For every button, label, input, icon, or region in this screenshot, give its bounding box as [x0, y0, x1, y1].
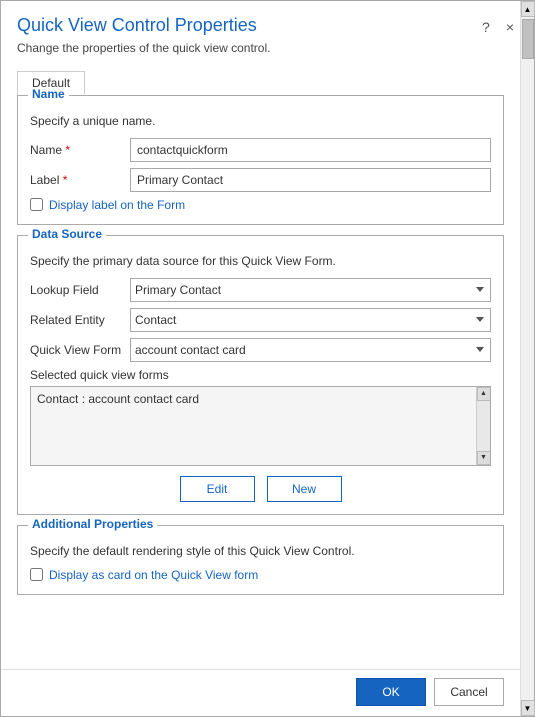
data-source-desc: Specify the primary data source for this…	[30, 254, 491, 268]
quick-view-form-label: Quick View Form	[30, 343, 130, 357]
tab-bar: Default	[17, 71, 504, 95]
display-label-text: Display label on the Form	[49, 198, 185, 212]
name-section-legend: Name	[28, 87, 69, 101]
content-area: Default Name Specify a unique name. Name…	[1, 61, 520, 669]
listbox-scrollbar[interactable]: ▲ ▼	[476, 387, 490, 465]
lookup-field-label: Lookup Field	[30, 283, 130, 297]
additional-section-desc: Specify the default rendering style of t…	[30, 544, 491, 558]
help-button[interactable]: ?	[478, 17, 494, 37]
ok-button[interactable]: OK	[356, 678, 426, 706]
cancel-button[interactable]: Cancel	[434, 678, 504, 706]
name-row: Name *	[30, 138, 491, 162]
name-label: Name *	[30, 143, 130, 157]
related-entity-row: Related Entity Contact	[30, 308, 491, 332]
selected-forms-listbox[interactable]: Contact : account contact card ▲ ▼	[30, 386, 491, 466]
quick-view-form-select[interactable]: account contact card	[130, 338, 491, 362]
additional-section-legend: Additional Properties	[28, 517, 157, 531]
title-bar-right: ? ×	[478, 17, 518, 37]
scrollbar-up-btn[interactable]: ▲	[521, 1, 535, 17]
scrollbar-track[interactable]: ▲ ▼	[520, 1, 534, 716]
name-input[interactable]	[130, 138, 491, 162]
display-card-label: Display as card on the Quick View form	[49, 568, 258, 582]
name-required-star: *	[65, 143, 70, 157]
title-bar: Quick View Control Properties Change the…	[1, 1, 534, 61]
display-card-row: Display as card on the Quick View form	[30, 568, 491, 582]
bottom-bar: OK Cancel	[1, 669, 520, 716]
name-section: Name Specify a unique name. Name * Label…	[17, 95, 504, 225]
display-label-row: Display label on the Form	[30, 198, 491, 212]
name-section-desc: Specify a unique name.	[30, 114, 491, 128]
data-source-section: Data Source Specify the primary data sou…	[17, 235, 504, 515]
lookup-field-select[interactable]: Primary Contact	[130, 278, 491, 302]
additional-section: Additional Properties Specify the defaul…	[17, 525, 504, 595]
title-bar-left: Quick View Control Properties Change the…	[17, 15, 270, 55]
related-entity-select[interactable]: Contact	[130, 308, 491, 332]
display-label-checkbox[interactable]	[30, 198, 43, 211]
list-item: Contact : account contact card	[37, 391, 484, 407]
lookup-field-row: Lookup Field Primary Contact	[30, 278, 491, 302]
edit-button[interactable]: Edit	[180, 476, 255, 502]
quick-view-form-row: Quick View Form account contact card	[30, 338, 491, 362]
listbox-scroll-down[interactable]: ▼	[477, 451, 491, 465]
scrollbar-thumb[interactable]	[522, 19, 534, 59]
label-required-star: *	[63, 173, 68, 187]
data-source-legend: Data Source	[28, 227, 106, 241]
dialog: ▲ ▼ Quick View Control Properties Change…	[0, 0, 535, 717]
listbox-scroll-up[interactable]: ▲	[477, 387, 491, 401]
selected-quick-view-label: Selected quick view forms	[30, 368, 491, 382]
label-input[interactable]	[130, 168, 491, 192]
dialog-title: Quick View Control Properties	[17, 15, 270, 37]
edit-new-buttons: Edit New	[30, 476, 491, 502]
dialog-subtitle: Change the properties of the quick view …	[17, 41, 270, 55]
scrollbar-down-btn[interactable]: ▼	[521, 700, 535, 716]
close-button[interactable]: ×	[502, 17, 518, 37]
display-card-checkbox[interactable]	[30, 568, 43, 581]
related-entity-label: Related Entity	[30, 313, 130, 327]
label-row: Label *	[30, 168, 491, 192]
label-label: Label *	[30, 173, 130, 187]
new-button[interactable]: New	[267, 476, 342, 502]
